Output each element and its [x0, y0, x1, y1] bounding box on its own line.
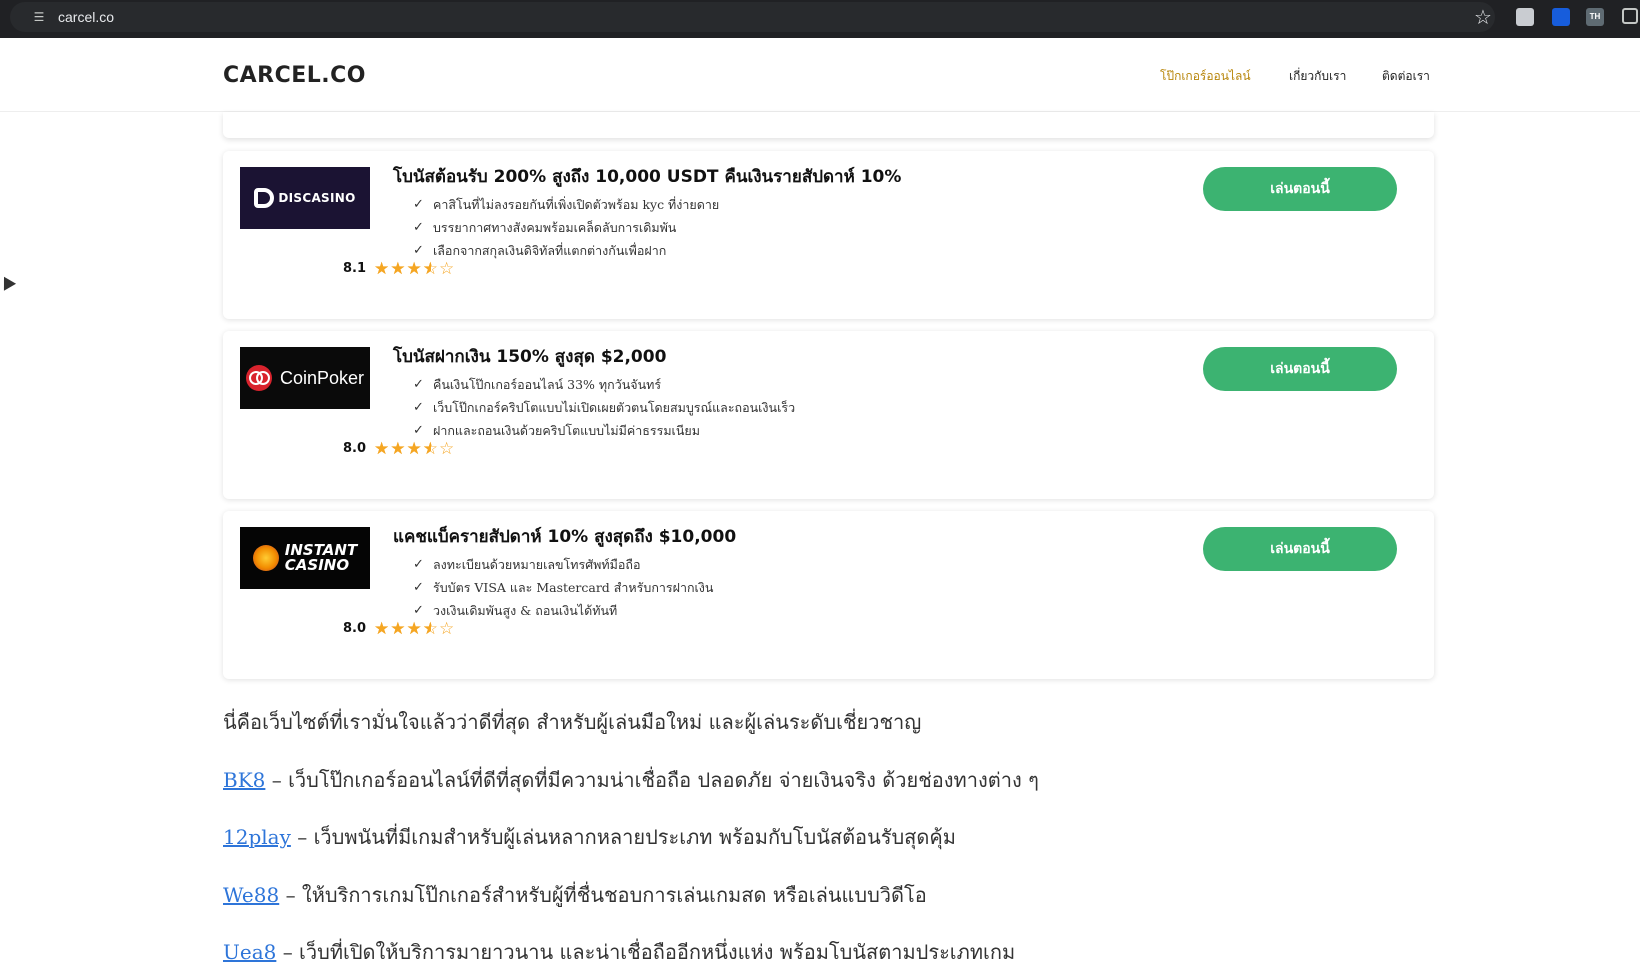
rating-score: 8.0: [343, 441, 367, 456]
feature-list: ✓ ลงทะเบียนด้วยหมายเลขโทรศัพท์มือถือ ✓ รับ…: [413, 553, 713, 622]
address-bar[interactable]: ☰ carcel.co ☆: [10, 2, 1495, 32]
password-manager-extension-icon[interactable]: [1552, 8, 1570, 26]
extensions-puzzle-icon[interactable]: [1622, 8, 1638, 24]
feature-item: ✓ คืนเงินโป๊กเกอร์ออนไลน์ 33% ทุกวันจันทร…: [413, 373, 795, 396]
site-logo[interactable]: CARCEL.CO: [223, 62, 366, 90]
language-extension-icon[interactable]: TH: [1586, 8, 1604, 26]
offer-title: โบนัสฝากเงิน 150% สูงสุด $2,000: [393, 347, 667, 367]
site-link-uea8[interactable]: Uea8: [223, 940, 276, 964]
nav-about-us[interactable]: เกี่ยวกับเรา: [1289, 68, 1346, 84]
feature-list: ✓ คาสิโนที่ไม่ลงรอยกันที่เพิ่งเปิดตัวพร้อ…: [413, 193, 719, 262]
site-recommendation: BK8 – เว็บโป๊กเกอร์ออนไลน์ที่ดีที่สุดที่…: [223, 765, 1039, 795]
site-link-we88[interactable]: We88: [223, 883, 279, 907]
check-icon: ✓: [413, 220, 424, 235]
rating: 8.1 ☆☆☆☆☆★★★★★: [343, 259, 455, 279]
play-now-button[interactable]: เล่นตอนนี้: [1203, 167, 1397, 211]
offer-title: โบนัสต้อนรับ 200% สูงถึง 10,000 USDT คืน…: [393, 167, 902, 187]
offer-card: DISCASINO โบนัสต้อนรับ 200% สูงถึง 10,00…: [223, 151, 1434, 319]
instant-casino-logo[interactable]: INSTANT CASINO: [240, 527, 370, 589]
rating-score: 8.1: [343, 261, 367, 276]
feature-item: ✓ คาสิโนที่ไม่ลงรอยกันที่เพิ่งเปิดตัวพร้อ…: [413, 193, 719, 216]
feature-item: ✓ วงเงินเดิมพันสูง & ถอนเงินได้ทันที: [413, 599, 713, 622]
rating-score: 8.0: [343, 621, 367, 636]
site-description: – เว็บที่เปิดให้บริการมายาวนาน และน่าเชื…: [276, 940, 1016, 964]
site-link-bk8[interactable]: BK8: [223, 768, 265, 792]
check-icon: ✓: [413, 580, 424, 595]
site-description: – ให้บริการเกมโป๊กเกอร์สำหรับผู้ที่ชื่นช…: [279, 883, 927, 907]
extension-icon[interactable]: [1516, 8, 1534, 26]
offer-card: INSTANT CASINO แคชแบ็ครายสัปดาห์ 10% สูง…: [223, 511, 1434, 679]
check-icon: ✓: [413, 557, 424, 572]
site-link-12play[interactable]: 12play: [223, 825, 291, 849]
rating: 8.0 ☆☆☆☆☆★★★★★: [343, 439, 455, 459]
play-now-button[interactable]: เล่นตอนนี้: [1203, 527, 1397, 571]
check-icon: ✓: [413, 197, 424, 212]
site-recommendation: 12play – เว็บพนันที่มีเกมสำหรับผู้เล่นหล…: [223, 822, 956, 852]
bookmark-star-icon[interactable]: ☆: [1474, 6, 1492, 28]
star-rating-icon: ☆☆☆☆☆★★★★★: [374, 619, 456, 639]
coinpoker-mark-icon: [245, 365, 272, 391]
nav-contact-us[interactable]: ติดต่อเรา: [1382, 68, 1430, 84]
check-icon: ✓: [413, 400, 424, 415]
play-now-button[interactable]: เล่นตอนนี้: [1203, 347, 1397, 391]
feature-item: ✓ ฝากและถอนเงินด้วยคริปโตแบบไม่มีค่าธรรมเ…: [413, 419, 795, 442]
feature-item: ✓ เลือกจากสกุลเงินดิจิทัลที่แตกต่างกันเพื…: [413, 239, 719, 262]
brand-name: DISCASINO: [278, 191, 356, 205]
site-header: CARCEL.CO โป๊กเกอร์ออนไลน์ เกี่ยวกับเรา …: [0, 38, 1640, 112]
url-text[interactable]: carcel.co: [58, 8, 114, 26]
check-icon: ✓: [413, 377, 424, 392]
discasino-mark-icon: [254, 188, 275, 208]
discasino-logo[interactable]: DISCASINO: [240, 167, 370, 229]
article-intro: นี่คือเว็บไซต์ที่เรามั่นใจแล้วว่าดีที่สุ…: [223, 710, 922, 734]
brand-name: INSTANT CASINO: [284, 541, 358, 574]
coinpoker-logo[interactable]: CoinPoker: [240, 347, 370, 409]
star-rating-icon: ☆☆☆☆☆★★★★★: [374, 439, 456, 459]
feature-item: ✓ เว็บโป๊กเกอร์คริปโตแบบไม่เปิดเผยตัวตนโด…: [413, 396, 795, 419]
offer-title: แคชแบ็ครายสัปดาห์ 10% สูงสุดถึง $10,000: [393, 527, 737, 547]
star-rating-icon: ☆☆☆☆☆★★★★★: [374, 259, 456, 279]
site-description: – เว็บโป๊กเกอร์ออนไลน์ที่ดีที่สุดที่มีคว…: [265, 768, 1039, 792]
offer-card-partial: [223, 112, 1434, 138]
instant-casino-mark-icon: [252, 545, 279, 571]
site-info-icon[interactable]: ☰: [30, 8, 48, 26]
brand-name: CoinPoker: [279, 367, 365, 388]
site-recommendation: Uea8 – เว็บที่เปิดให้บริการมายาวนาน และน…: [223, 937, 1015, 967]
feature-item: ✓ บรรยากาศทางสังคมพร้อมเคล็ดลับการเดิมพัน: [413, 216, 719, 239]
browser-toolbar: ☰ carcel.co ☆ TH: [0, 0, 1640, 38]
feature-item: ✓ รับบัตร VISA และ Mastercard สำหรับการฝา…: [413, 576, 713, 599]
site-description: – เว็บพนันที่มีเกมสำหรับผู้เล่นหลากหลายป…: [290, 825, 956, 849]
site-recommendation: We88 – ให้บริการเกมโป๊กเกอร์สำหรับผู้ที่…: [223, 880, 927, 910]
rating: 8.0 ☆☆☆☆☆★★★★★: [343, 619, 455, 639]
feature-list: ✓ คืนเงินโป๊กเกอร์ออนไลน์ 33% ทุกวันจันทร…: [413, 373, 795, 442]
nav-online-poker[interactable]: โป๊กเกอร์ออนไลน์: [1160, 68, 1251, 84]
feature-item: ✓ ลงทะเบียนด้วยหมายเลขโทรศัพท์มือถือ: [413, 553, 713, 576]
offer-card: CoinPoker โบนัสฝากเงิน 150% สูงสุด $2,00…: [223, 331, 1434, 499]
